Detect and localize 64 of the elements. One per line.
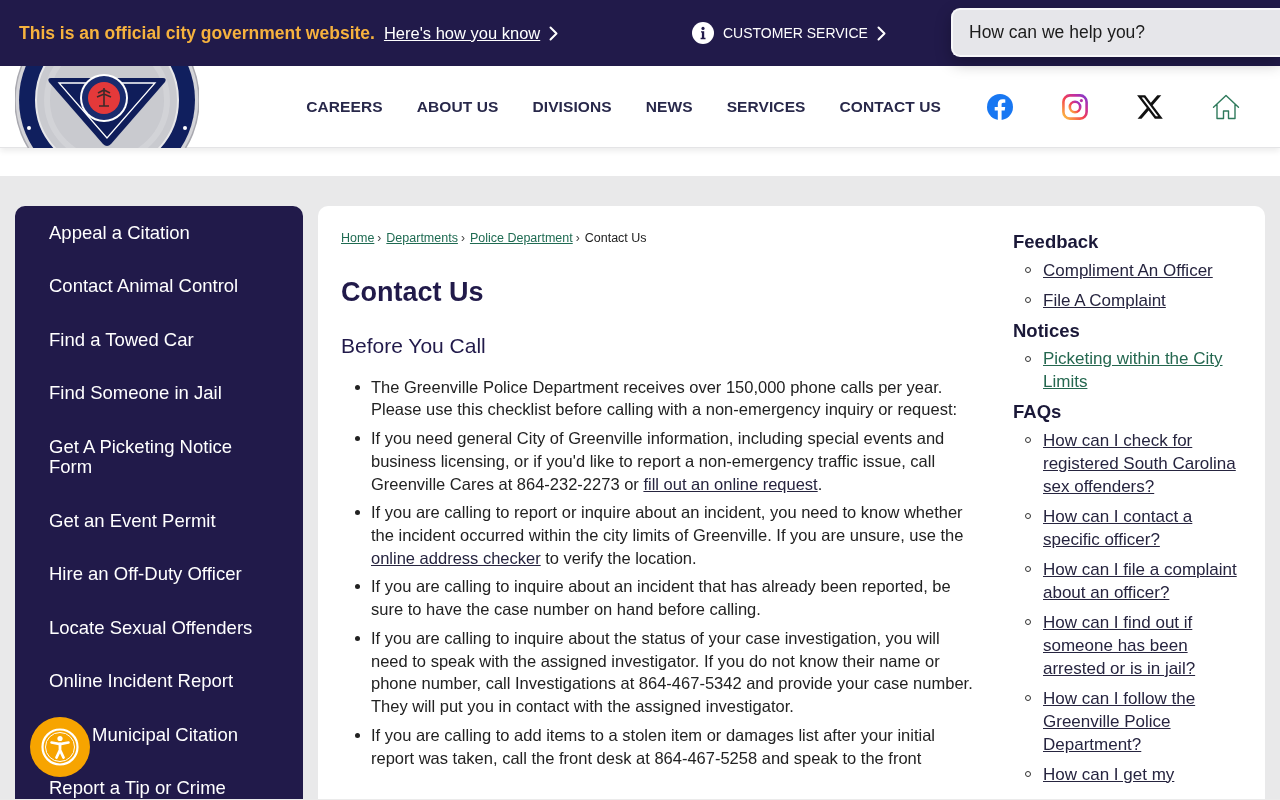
sidebar-link[interactable]: Find Someone in Jail <box>49 383 222 404</box>
breadcrumb-link[interactable]: Home <box>341 230 375 246</box>
breadcrumb-link[interactable]: Police Department <box>469 230 573 246</box>
breadcrumb-link[interactable]: Departments <box>386 230 458 246</box>
related-link[interactable]: How can I get my <box>1043 762 1175 786</box>
related-heading: FAQs <box>1013 400 1063 424</box>
related-link[interactable]: How can I follow the Greenville Police Department? <box>1043 686 1243 756</box>
bullet-icon <box>355 436 360 441</box>
facebook-icon[interactable] <box>987 93 1013 120</box>
chevron-right-icon <box>876 25 886 41</box>
accessibility-icon <box>41 728 79 766</box>
how-you-know-link[interactable]: Here's how you know <box>383 23 559 43</box>
sidebar-link[interactable]: Contact Animal Control <box>49 276 239 297</box>
related-link[interactable]: Compliment An Officer <box>1043 258 1213 282</box>
related-link[interactable]: Picketing within the City Limits <box>1043 347 1243 393</box>
bullet-icon <box>355 584 360 590</box>
sidebar-link[interactable]: Get an Event Permit <box>49 510 216 531</box>
nav-link[interactable]: CAREERS <box>306 97 383 116</box>
breadcrumb-current: Contact Us <box>584 230 647 246</box>
related-link[interactable]: How can I contact a specific officer? <box>1043 504 1243 551</box>
sidebar-link[interactable]: Report a Tip or Crime <box>49 778 226 799</box>
nav-link[interactable]: CONTACT US <box>839 97 941 116</box>
bullet-icon <box>355 510 360 516</box>
info-icon <box>692 22 714 44</box>
search-field[interactable]: How can we help you? <box>951 8 1280 57</box>
bullet-text: If you are calling to inquire about the status of your case investigation, you will need to speak with the assigned investigator. If you do not know their name or phone number, call Investigations at 864-467-5342 and provide your case number. They will put you in contact with the assigned investigator. <box>371 627 974 718</box>
inline-link[interactable]: fill out an online request <box>643 474 818 493</box>
bullet-icon <box>355 384 360 390</box>
related-heading: Notices <box>1013 318 1081 343</box>
sidebar-link[interactable]: Locate Sexual Offenders <box>49 617 253 638</box>
sidebar-link[interactable]: Find a Towed Car <box>49 329 194 350</box>
bullet-text: If you need general City of Greenville information, including special events and business licensing, or if you'd like to report a non-emergency traffic issue, call Greenville Cares at 864-232-2273 or fill out an online request. <box>371 428 946 495</box>
related-heading: Feedback <box>1013 230 1100 254</box>
nav-link[interactable]: DIVISIONS <box>532 97 612 116</box>
instagram-icon[interactable] <box>1062 93 1088 120</box>
sidebar-link[interactable]: Hire an Off-Duty Officer <box>49 564 242 585</box>
related-link[interactable]: File A Complaint <box>1043 288 1166 312</box>
sidebar-link[interactable]: Online Incident Report <box>49 671 234 692</box>
nav-link[interactable]: SERVICES <box>726 97 806 116</box>
breadcrumb-separator: › <box>460 230 465 246</box>
sidebar-link[interactable]: Municipal Citation <box>92 724 238 745</box>
home-icon[interactable] <box>1212 93 1240 120</box>
chevron-right-icon <box>549 25 559 41</box>
customer-service-link[interactable]: CUSTOMER SERVICE <box>692 22 886 44</box>
related-link[interactable]: How can I file a complaint about an officer? <box>1043 557 1243 604</box>
x-logo-icon[interactable] <box>1137 94 1163 119</box>
bullet-text: If you are calling to report or inquire about an incident, you need to know whether the incident occurred within the city limits of Greenville. If you are unsure, use the online address checker to verify the location. <box>371 502 965 569</box>
page-title: Contact Us <box>341 276 485 308</box>
sidebar-link[interactable]: Get A Picketing Notice Form <box>49 436 264 478</box>
section-heading: Before You Call <box>341 333 487 359</box>
bullet-text: If you are calling to inquire about an incident that has already been reported, be sure to have the case number on hand before calling. <box>371 576 952 621</box>
bullet-text: If you are calling to add items to a stolen item or damages list after your initial report was taken, call the front desk at 864-467-5258 and speak to the front <box>371 724 937 769</box>
bullet-text: The Greenville Police Department receives over 150,000 phone calls per year. Please use this checklist before calling with a non-emergency inquiry or request: <box>371 376 959 421</box>
breadcrumb-separator: › <box>377 230 382 246</box>
official-site-notice: This is an official city government website. <box>19 22 375 44</box>
bullet-icon <box>355 635 360 641</box>
breadcrumb-separator: › <box>575 230 580 246</box>
sidebar-link[interactable]: Appeal a Citation <box>49 222 190 243</box>
related-link[interactable]: How can I check for registered South Carolina sex offenders? <box>1043 428 1243 498</box>
inline-link[interactable]: online address checker <box>371 548 541 567</box>
bullet-icon <box>355 732 360 738</box>
related-link[interactable]: How can I find out if someone has been arrested or is in jail? <box>1043 610 1243 680</box>
nav-link[interactable]: NEWS <box>645 97 693 116</box>
nav-link[interactable]: ABOUT US <box>416 97 499 116</box>
